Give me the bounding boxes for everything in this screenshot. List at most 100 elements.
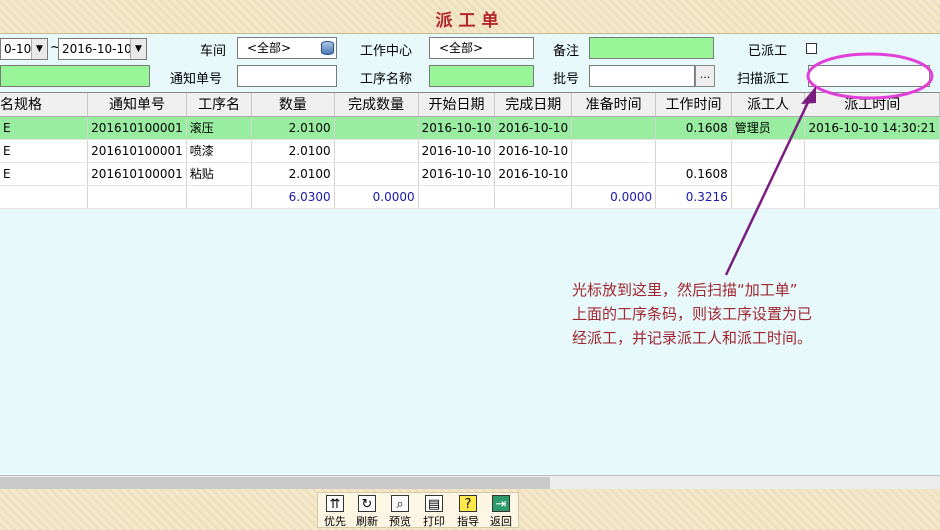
table-header-row: 名规格 通知单号 工序名 数量 完成数量 开始日期 完成日期 准备时间 工作时间… [0, 93, 940, 117]
toolbar-button-group: ⇈ 优先 ↻ 刷新 ⌕ 预览 ▤ 打印 ? 指导 ⇥ 返回 [317, 492, 519, 528]
cell[interactable] [571, 116, 657, 140]
cell[interactable]: 0.1608 [655, 162, 732, 186]
database-icon[interactable] [321, 41, 334, 55]
help-button[interactable]: ? 指导 [453, 495, 483, 529]
help-label: 指导 [457, 515, 479, 528]
cell[interactable] [731, 139, 806, 163]
cell[interactable]: 管理员 [731, 116, 806, 140]
chevron-down-icon[interactable]: ▼ [130, 39, 146, 59]
dispatched-checkbox[interactable] [806, 43, 817, 54]
total-quantity: 6.0300 [251, 185, 335, 209]
preview-icon: ⌕ [391, 495, 409, 512]
cell[interactable] [804, 162, 940, 186]
print-button[interactable]: ▤ 打印 [419, 495, 449, 529]
work-center-select[interactable]: <全部> [429, 37, 534, 59]
cell[interactable] [334, 162, 419, 186]
cell[interactable]: 2016-10-10 [418, 139, 496, 163]
column-header[interactable]: 开始日期 [418, 93, 496, 117]
cell[interactable]: 2016-10-10 [494, 139, 573, 163]
priority-icon: ⇈ [326, 495, 344, 512]
remark-input[interactable] [589, 37, 714, 59]
date-to-field[interactable]: 2016-10-10 ▼ [58, 38, 147, 60]
cell[interactable]: 0.1608 [655, 116, 732, 140]
work-center-label: 工作中心 [360, 44, 413, 59]
notice-no-input[interactable] [237, 65, 337, 87]
cell[interactable] [334, 116, 419, 140]
column-header[interactable]: 派工时间 [804, 93, 940, 117]
cell[interactable]: 滚压 [186, 116, 253, 140]
cell[interactable]: E [0, 139, 89, 163]
cell[interactable]: 2016-10-10 [494, 162, 573, 186]
column-header[interactable]: 完成日期 [494, 93, 573, 117]
cell[interactable]: E [0, 162, 89, 186]
date-from-field[interactable]: 0-10 ▼ [0, 38, 48, 60]
cell[interactable]: 2.0100 [251, 116, 335, 140]
cell[interactable] [334, 139, 419, 163]
scan-dispatch-input[interactable] [808, 65, 930, 87]
table-row[interactable]: E 201610100001 粘贴 2.0100 2016-10-10 2016… [0, 162, 940, 186]
dispatch-table: 名规格 通知单号 工序名 数量 完成数量 开始日期 完成日期 准备时间 工作时间… [0, 93, 940, 209]
batch-input[interactable] [589, 65, 695, 87]
cell [418, 185, 496, 209]
batch-label: 批号 [553, 72, 580, 87]
total-completed: 0.0000 [334, 185, 419, 209]
work-center-value: <全部> [439, 41, 484, 55]
cell[interactable] [655, 139, 732, 163]
cell[interactable]: 2016-10-10 14:30:21 [804, 116, 940, 140]
preview-button[interactable]: ⌕ 预览 [385, 495, 415, 529]
annotation-note: 光标放到这里，然后扫描“加工单” 上面的工序条码，则该工序设置为已 经派工，并记… [572, 278, 892, 350]
table-row[interactable]: E 201610100001 喷漆 2.0100 2016-10-10 2016… [0, 139, 940, 163]
priority-button[interactable]: ⇈ 优先 [320, 495, 350, 529]
date-to-value: 2016-10-10 [62, 42, 132, 56]
exit-label: 返回 [490, 515, 512, 528]
column-header[interactable]: 名规格 [0, 93, 89, 117]
column-header[interactable]: 通知单号 [87, 93, 187, 117]
cell[interactable]: 2.0100 [251, 162, 335, 186]
chevron-down-icon[interactable]: ▼ [31, 39, 47, 59]
cell[interactable]: 喷漆 [186, 139, 253, 163]
cell [494, 185, 573, 209]
cell[interactable]: 2016-10-10 [418, 162, 496, 186]
workshop-select[interactable]: <全部> [237, 37, 337, 59]
title-bar: 派工单 [0, 0, 940, 34]
notice-no-label: 通知单号 [170, 72, 223, 87]
scrollbar-thumb[interactable] [0, 477, 550, 489]
column-header[interactable]: 准备时间 [571, 93, 657, 117]
column-header[interactable]: 数量 [251, 93, 335, 117]
cell[interactable] [571, 139, 657, 163]
cell[interactable]: 粘贴 [186, 162, 253, 186]
bottom-toolbar: ⇈ 优先 ↻ 刷新 ⌕ 预览 ▤ 打印 ? 指导 ⇥ 返回 [0, 489, 940, 530]
column-header[interactable]: 派工人 [731, 93, 806, 117]
cell[interactable]: 201610100001 [87, 162, 187, 186]
annotation-line: 经派工，并记录派工人和派工时间。 [572, 329, 813, 347]
cell[interactable] [804, 139, 940, 163]
scan-dispatch-label: 扫描派工 [737, 72, 790, 87]
remark-label: 备注 [553, 44, 580, 59]
filter-panel: 0-10 ▼ ~ 2016-10-10 ▼ 车间 <全部> 工作中心 <全部> … [0, 34, 940, 92]
cell [0, 185, 89, 209]
dispatched-label: 已派工 [748, 44, 788, 59]
process-name-input[interactable] [429, 65, 534, 87]
cell[interactable]: 2016-10-10 [494, 116, 573, 140]
table-row[interactable]: E 201610100001 滚压 2.0100 2016-10-10 2016… [0, 116, 940, 140]
cell[interactable]: 2016-10-10 [418, 116, 496, 140]
printer-icon: ▤ [425, 495, 443, 512]
cell[interactable]: E [0, 116, 89, 140]
cell[interactable]: 201610100001 [87, 116, 187, 140]
column-header[interactable]: 工作时间 [655, 93, 732, 117]
column-header[interactable]: 完成数量 [334, 93, 419, 117]
total-work-time: 0.3216 [655, 185, 732, 209]
print-label: 打印 [423, 515, 445, 528]
batch-lookup-button[interactable]: ... [695, 65, 715, 87]
cell[interactable] [571, 162, 657, 186]
cell[interactable]: 201610100001 [87, 139, 187, 163]
refresh-button[interactable]: ↻ 刷新 [352, 495, 382, 529]
totals-row: 6.0300 0.0000 0.0000 0.3216 [0, 185, 940, 209]
help-icon: ? [459, 495, 477, 512]
cell[interactable]: 2.0100 [251, 139, 335, 163]
horizontal-scrollbar[interactable] [0, 475, 940, 489]
cell[interactable] [731, 162, 806, 186]
exit-button[interactable]: ⇥ 返回 [486, 495, 516, 529]
column-header[interactable]: 工序名 [186, 93, 253, 117]
product-filter-input[interactable] [0, 65, 150, 87]
